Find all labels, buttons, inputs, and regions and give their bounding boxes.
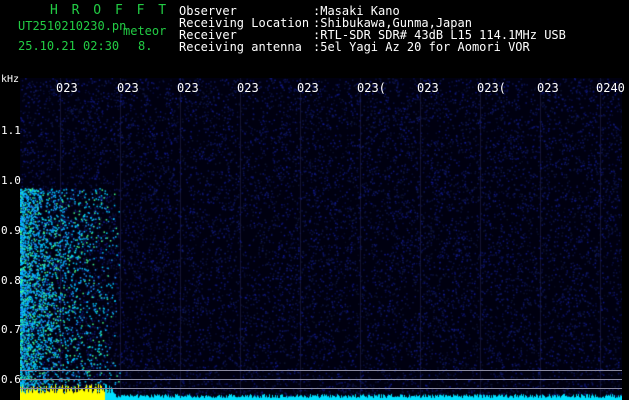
time-tick-label: 023( <box>357 81 386 95</box>
reference-line <box>20 379 622 380</box>
reference-line <box>20 370 622 371</box>
time-tick-label: 023 <box>417 81 439 95</box>
freq-tick-label: 1.0 <box>1 174 21 187</box>
spectrogram-plot <box>20 78 622 400</box>
time-tick-label: 023 <box>177 81 199 95</box>
info-value-antenna: :5el Yagi Az 20 for Aomori VOR <box>313 40 530 54</box>
meteor-label: meteor <box>123 24 167 38</box>
freq-tick-label: 1.1 <box>1 124 21 137</box>
freq-tick-label: 0.8 <box>1 274 21 287</box>
unit-label: kHz <box>1 74 20 85</box>
spectrogram-canvas <box>20 78 622 400</box>
freq-tick-label: 0.7 <box>1 323 21 336</box>
app-title: H R O F F T <box>50 3 170 18</box>
time-tick-label: 023 <box>56 81 78 95</box>
freq-tick-label: 0.6 <box>1 373 21 386</box>
time-tick-label: 023 <box>297 81 319 95</box>
time-tick-label: 023 <box>537 81 559 95</box>
file-name: UT2510210230.pn <box>18 19 127 33</box>
reference-line <box>20 388 622 389</box>
info-label-antenna: Receiving antenna <box>179 40 302 54</box>
time-tick-label: 023 <box>237 81 259 95</box>
time-tick-label: 023( <box>477 81 506 95</box>
time-tick-label: 0240 <box>596 81 625 95</box>
meteor-count: 8. <box>138 39 153 53</box>
date-time: 25.10.21 02:30 <box>18 39 120 53</box>
hroft-screen: H R O F F T UT2510210230.pn meteor 25.10… <box>0 0 629 400</box>
freq-tick-label: 0.9 <box>1 224 21 237</box>
time-tick-label: 023 <box>117 81 139 95</box>
